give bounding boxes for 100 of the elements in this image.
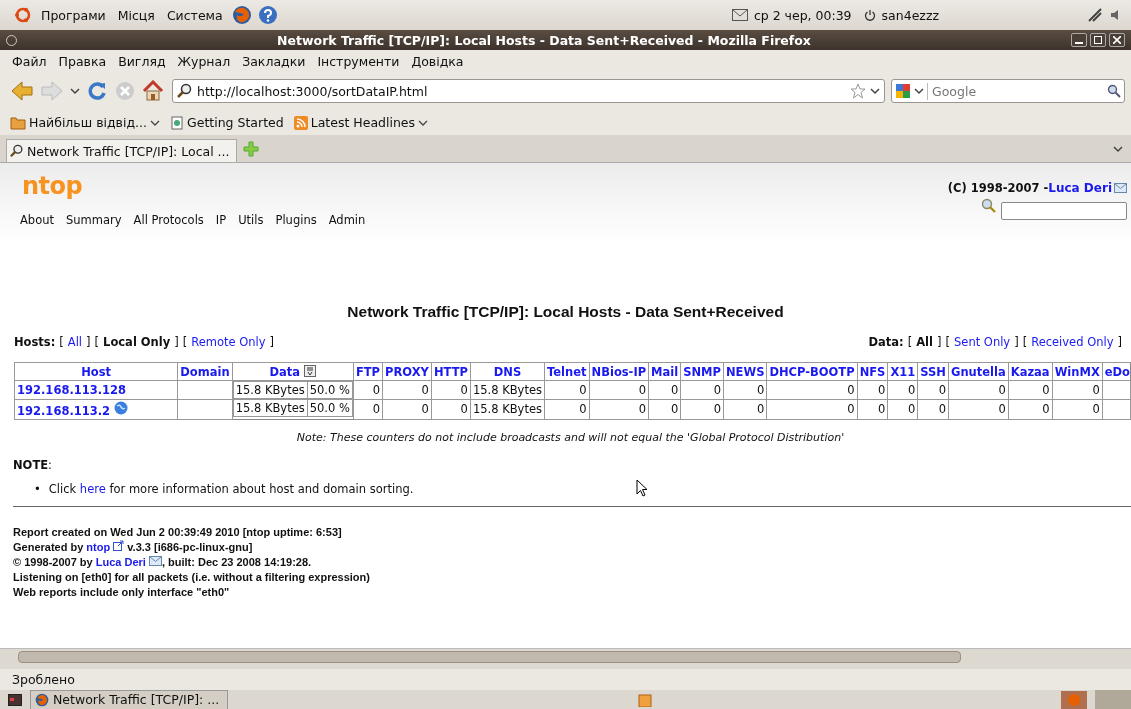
folder-icon xyxy=(10,115,26,130)
search-field[interactable]: Google xyxy=(891,79,1125,103)
nav-menu-item[interactable]: Summary xyxy=(66,213,122,227)
mouse-cursor-icon xyxy=(636,479,648,497)
table-cell-text: 15.8 KBytes xyxy=(234,382,306,398)
panel-menu[interactable]: Система xyxy=(163,7,226,23)
horizontal-scrollbar[interactable] xyxy=(0,648,1131,669)
firefox-icon[interactable] xyxy=(231,5,252,25)
menu-item[interactable]: Вигляд xyxy=(112,53,172,69)
workspace-icon[interactable] xyxy=(1061,690,1087,709)
network-icon[interactable] xyxy=(1087,7,1103,23)
caret-icon[interactable] xyxy=(870,87,880,95)
column-header[interactable]: NBios-IP xyxy=(589,362,649,381)
menu-item[interactable]: Довідка xyxy=(405,53,470,69)
minimize-button[interactable] xyxy=(1071,33,1087,47)
show-desktop-icon[interactable] xyxy=(8,693,22,706)
author-link[interactable]: Luca Deri xyxy=(95,555,146,568)
menu-item[interactable]: Журнал xyxy=(171,53,237,69)
column-header[interactable]: WinMX xyxy=(1052,362,1103,381)
table-cell: 0 xyxy=(544,380,590,399)
table-cell: 0 xyxy=(723,380,767,399)
menu-item[interactable]: Правка xyxy=(52,53,113,69)
panel-menu[interactable]: Місця xyxy=(114,7,158,23)
filter-option: All xyxy=(916,335,933,349)
menu-item[interactable]: Інструменти xyxy=(311,53,406,69)
address-bar[interactable]: http://localhost:3000/sortDataIP.html xyxy=(172,79,885,103)
browser-tab[interactable]: Network Traffic [TCP/IP]: Local ... xyxy=(6,139,237,162)
search-icon[interactable] xyxy=(1107,84,1121,98)
bracket: [ xyxy=(94,335,100,349)
filter-option[interactable]: All xyxy=(67,335,83,349)
clock[interactable]: ср 2 чер, 00:39 xyxy=(753,7,852,23)
bracket: ] xyxy=(1117,335,1122,349)
column-header[interactable]: Mail xyxy=(648,362,681,381)
column-header[interactable]: HTTP xyxy=(431,362,471,381)
maximize-button[interactable] xyxy=(1090,33,1106,47)
table-cell: 0 xyxy=(353,380,383,399)
column-header[interactable]: X11 xyxy=(887,362,918,381)
back-arrow-icon[interactable] xyxy=(10,80,34,102)
home-icon[interactable] xyxy=(142,80,164,102)
column-header[interactable]: FTP xyxy=(353,362,383,381)
nav-menu-item[interactable]: About xyxy=(20,213,54,227)
column-header[interactable]: Telnet xyxy=(544,362,590,381)
power-icon[interactable] xyxy=(863,9,876,21)
here-link[interactable]: here xyxy=(79,481,106,496)
table-cell: 0 xyxy=(353,399,383,419)
scrollbar-thumb[interactable] xyxy=(18,651,961,663)
bracket: [ xyxy=(945,335,950,349)
mail-icon[interactable] xyxy=(731,9,748,21)
bracket: ] xyxy=(1014,335,1019,349)
column-header[interactable]: SSH xyxy=(917,362,949,381)
menu-item[interactable]: Закладки xyxy=(236,53,312,69)
column-header[interactable]: PROXY xyxy=(382,362,432,381)
bookmark-item[interactable]: Latest Headlines xyxy=(293,115,429,130)
column-header[interactable]: NEWS xyxy=(723,362,767,381)
column-header[interactable]: eDo xyxy=(1102,362,1131,381)
nav-menu-item[interactable]: Admin xyxy=(328,213,366,227)
column-header[interactable]: Host xyxy=(14,362,178,381)
google-icon[interactable] xyxy=(895,83,911,99)
user-name[interactable]: san4ezzz xyxy=(881,7,939,23)
table-cell: 15.8 KBytes xyxy=(470,399,545,419)
ubuntu-logo-icon[interactable] xyxy=(14,6,32,24)
caret-icon[interactable] xyxy=(70,87,80,95)
ntop-link[interactable]: ntop xyxy=(86,540,111,553)
envelope-icon[interactable] xyxy=(1114,183,1127,193)
table-cell: 0 xyxy=(917,380,949,399)
help-icon[interactable] xyxy=(257,5,278,25)
column-header[interactable]: DHCP-BOOTP xyxy=(766,362,858,381)
table-cell: 15.8 KBytes xyxy=(470,380,545,399)
nav-menu-item[interactable]: IP xyxy=(215,213,227,227)
filter-option[interactable]: Sent Only xyxy=(954,335,1011,349)
column-header[interactable]: Domain xyxy=(177,362,233,381)
bracket: [ xyxy=(907,335,913,349)
column-header[interactable]: Kazaa xyxy=(1008,362,1053,381)
column-header[interactable]: DNS xyxy=(470,362,545,381)
nav-menu-item[interactable]: Plugins xyxy=(275,213,317,227)
panel-menu[interactable]: Програми xyxy=(38,7,109,23)
bookmark-item[interactable]: Getting Started xyxy=(170,115,284,130)
column-header[interactable]: SNMP xyxy=(680,362,724,381)
author-link[interactable]: Luca Deri xyxy=(1048,181,1112,195)
column-header[interactable]: Gnutella xyxy=(948,362,1009,381)
table-cell: 50.0 % xyxy=(306,382,352,398)
nav-menu-item[interactable]: Utils xyxy=(238,213,264,227)
column-header[interactable]: Data xyxy=(232,362,354,381)
filter-option[interactable]: Received Only xyxy=(1031,335,1114,349)
bracket: [ xyxy=(1022,335,1028,349)
star-icon[interactable] xyxy=(850,83,866,99)
caret-icon[interactable] xyxy=(914,87,924,95)
filter-option[interactable]: Remote Only xyxy=(191,335,266,349)
bookmark-item[interactable]: Найбільш відвід... xyxy=(10,115,161,130)
nav-menu-item[interactable]: All Protocols xyxy=(133,213,204,227)
column-header[interactable]: NFS xyxy=(857,362,888,381)
table-cell: 0 xyxy=(680,399,724,419)
search-input[interactable] xyxy=(1001,202,1127,220)
sort-icon[interactable] xyxy=(304,364,317,377)
tab-list-caret-icon[interactable] xyxy=(1113,144,1123,153)
reload-icon[interactable] xyxy=(86,80,108,102)
workspace-switcher[interactable] xyxy=(1095,690,1131,709)
close-button[interactable] xyxy=(1109,33,1125,47)
taskbar-button[interactable]: Network Traffic [TCP/IP]: ... xyxy=(30,689,229,709)
menu-item[interactable]: Файл xyxy=(6,53,53,69)
